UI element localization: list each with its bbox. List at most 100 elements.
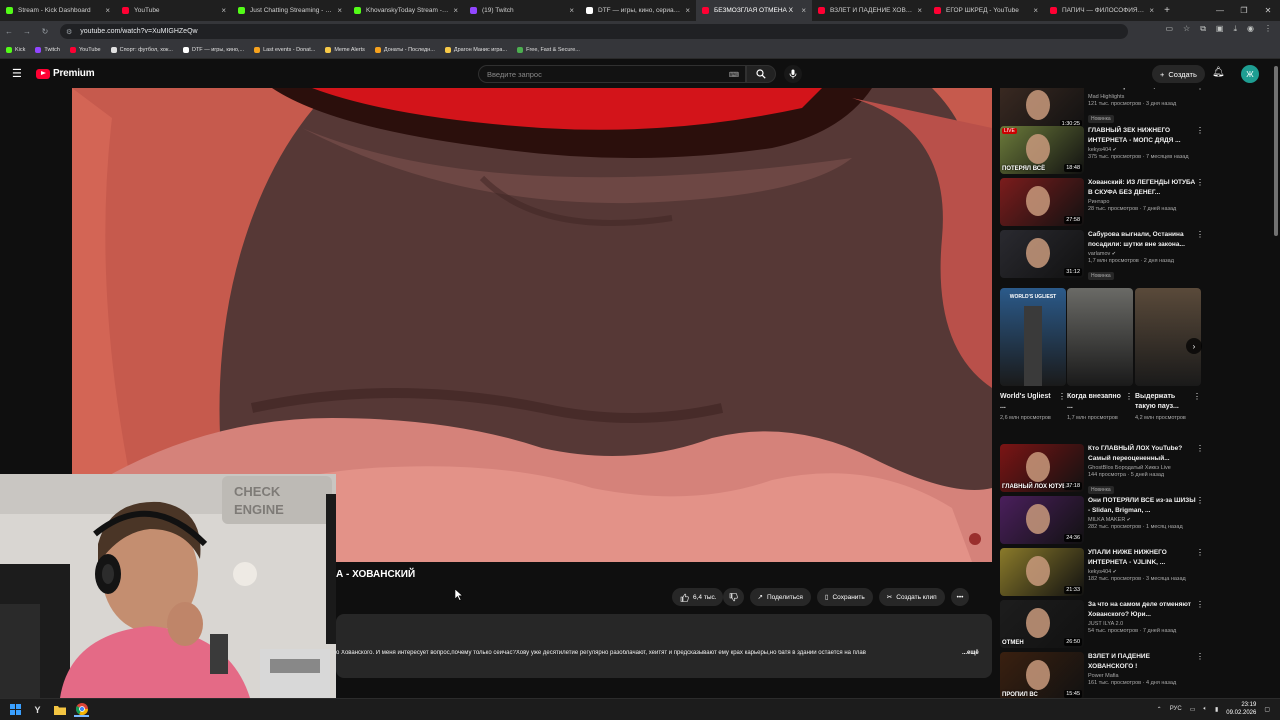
recommendation-thumbnail[interactable]: 24:36 (1000, 496, 1084, 544)
account-avatar[interactable]: Ж (1241, 65, 1259, 83)
recommendation-item[interactable]: ПРОПИЛ ВС 15:45 ВЗЛЕТ И ПАДЕНИЕ ХОВАНСКОГО… (1000, 652, 1204, 698)
new-tab-button[interactable]: + (1160, 0, 1174, 21)
recommendation-title[interactable]: ГЛАВНЫЙ ЗЕК НИЖНЕГО ИНТЕРНЕТА - МОПС ДЯД… (1088, 126, 1196, 145)
voice-search-button[interactable] (784, 65, 802, 83)
tab-close-icon[interactable]: × (105, 6, 110, 15)
menu-dots-icon[interactable]: ⋮ (1264, 24, 1272, 34)
language-indicator[interactable]: РУС (1170, 706, 1182, 712)
browser-tab[interactable]: YouTube × (116, 0, 232, 21)
recommendation-title[interactable]: Снимают проклятие, Алина ... (1088, 88, 1196, 92)
battery-icon[interactable]: ▮ (1215, 706, 1218, 713)
short-menu-icon[interactable]: ⋮ (1193, 392, 1201, 401)
page-scrollbar[interactable] (1272, 60, 1280, 698)
tab-close-icon[interactable]: × (569, 6, 574, 15)
save-button[interactable]: ▯ Сохранить (816, 588, 873, 606)
recommendation-thumbnail[interactable]: 1:30:25 (1000, 88, 1084, 130)
recommendation-item[interactable]: 24:36 Они ПОТЕРЯЛИ ВСЕ из-за ШИЗЫ - Slida… (1000, 496, 1204, 544)
recommendation-thumbnail[interactable]: ПОТЕРЯЛ ВСЁ LIVE 18:48 (1000, 126, 1084, 174)
tab-close-icon[interactable]: × (337, 6, 342, 15)
clip-button[interactable]: ✂ Создать клип (878, 588, 945, 606)
browser-tab[interactable]: ВЗЛЕТ И ПАДЕНИЕ ХОВАНСК × (812, 0, 928, 21)
recommendation-menu-icon[interactable]: ⋮ (1196, 652, 1204, 661)
recommendation-thumbnail[interactable]: 27:58 (1000, 178, 1084, 226)
browser-tab[interactable]: БЕЗМОЗГЛАЯ ОТМЕНА Х × (696, 0, 812, 21)
bookmark-item[interactable]: Last events - Donat... (254, 47, 315, 53)
recommendation-item[interactable]: 31:12 Сабурова выгнали, Останина посадили… (1000, 230, 1204, 280)
recommendation-title[interactable]: Они ПОТЕРЯЛИ ВСЕ из-за ШИЗЫ - Slidan, Br… (1088, 496, 1196, 515)
bookmark-item[interactable]: YouTube (69, 47, 101, 53)
bookmark-item[interactable]: DTF — игры, кино,... (182, 47, 244, 53)
tab-close-icon[interactable]: × (221, 6, 226, 15)
recommendation-item[interactable]: 21:33 УПАЛИ НИЖЕ НИЖНЕГО ИНТЕРНЕТА - VJLI… (1000, 548, 1204, 596)
start-icon[interactable] (8, 702, 23, 717)
recommendation-thumbnail[interactable]: 31:12 (1000, 230, 1084, 278)
bookmark-item[interactable]: Twitch (35, 47, 60, 53)
recommendation-title[interactable]: УПАЛИ НИЖЕ НИЖНЕГО ИНТЕРНЕТА - VJLINK, .… (1088, 548, 1196, 567)
recommendation-menu-icon[interactable]: ⋮ (1196, 126, 1204, 135)
recommendation-menu-icon[interactable]: ⋮ (1196, 88, 1204, 91)
sidebar-icon[interactable]: ▣ (1216, 24, 1224, 34)
network-icon[interactable]: ▭ (1190, 706, 1196, 713)
menu-icon[interactable]: ☰ (12, 68, 24, 80)
browser-tab[interactable]: DTF — игры, кино, сериалы × (580, 0, 696, 21)
tray-expand-icon[interactable]: ⌃ (1157, 706, 1162, 713)
tab-close-icon[interactable]: × (453, 6, 458, 15)
dislike-button[interactable] (722, 588, 744, 606)
recommendation-channel[interactable]: kekys404 ✔ (1088, 569, 1196, 575)
recommendation-channel[interactable]: MILKA MAKER ✔ (1088, 517, 1196, 523)
share-button[interactable]: ↗ Поделиться (749, 588, 811, 606)
create-button[interactable]: + Создать (1152, 65, 1205, 83)
recommendation-thumbnail[interactable]: ПРОПИЛ ВС 15:45 (1000, 652, 1084, 698)
search-button[interactable] (746, 65, 776, 83)
back-icon[interactable]: ← (0, 21, 18, 42)
recommendation-channel[interactable]: Ринтаро (1088, 199, 1196, 205)
bookmark-star-icon[interactable]: ☆ (1183, 24, 1190, 34)
recommendation-menu-icon[interactable]: ⋮ (1196, 600, 1204, 609)
bookmark-item[interactable]: Meme Alerts (325, 47, 365, 53)
bookmark-item[interactable]: Kick (6, 47, 25, 53)
short-title[interactable]: World's Ugliest ... (1000, 392, 1058, 412)
browser-tab[interactable]: Just Chatting Streaming - Liv × (232, 0, 348, 21)
notifications-bell-icon[interactable]: 🔔︎ (1212, 67, 1225, 78)
browser-tab[interactable]: KhovanskyToday Stream - Wa × (348, 0, 464, 21)
recommendation-thumbnail[interactable]: ОТМЕН 26:50 (1000, 600, 1084, 648)
short-thumbnail[interactable] (1135, 288, 1201, 386)
notifications-icon[interactable]: ▢ (1264, 706, 1270, 713)
tab-close-icon[interactable]: × (1149, 6, 1154, 15)
chrome-icon[interactable] (74, 702, 89, 717)
url-field[interactable]: ⚙ youtube.com/watch?v=XuMIGHZeQw (60, 24, 1128, 39)
browser-tab[interactable]: ПАПИЧ — ФИЛОСОФИЯ СВ × (1044, 0, 1160, 21)
recommendation-item[interactable]: 1:30:25Снимают проклятие, Алина ...Mad H… (1000, 88, 1204, 130)
clock[interactable]: 23:19 09.02.2026 (1226, 701, 1256, 717)
recommendation-thumbnail[interactable]: ГЛАВНЫЙ ЛОХ ЮТУБА 37:18 (1000, 444, 1084, 492)
recommendation-menu-icon[interactable]: ⋮ (1196, 444, 1204, 453)
maximize-icon[interactable]: ❐ (1232, 0, 1256, 21)
minimize-icon[interactable]: — (1208, 0, 1232, 21)
keyboard-icon[interactable]: ⌨ (729, 71, 739, 79)
recommendation-channel[interactable]: varlamov ✔ (1088, 251, 1196, 257)
short-thumbnail[interactable]: WORLD'S UGLIEST (1000, 288, 1066, 386)
recommendation-menu-icon[interactable]: ⋮ (1196, 496, 1204, 505)
recommendation-channel[interactable]: kekys404 ✔ (1088, 147, 1196, 153)
short-menu-icon[interactable]: ⋮ (1125, 392, 1133, 401)
reload-icon[interactable]: ↻ (36, 21, 54, 42)
forward-icon[interactable]: → (18, 21, 36, 42)
recommendation-menu-icon[interactable]: ⋮ (1196, 230, 1204, 239)
recommendation-title[interactable]: ВЗЛЕТ И ПАДЕНИЕ ХОВАНСКОГО ! (1088, 652, 1196, 671)
short-title[interactable]: Когда внезапно ... (1067, 392, 1125, 412)
short-menu-icon[interactable]: ⋮ (1058, 392, 1066, 401)
cast-icon[interactable]: ▭ (1165, 24, 1173, 34)
recommendation-item[interactable]: ПОТЕРЯЛ ВСЁ LIVE 18:48 ГЛАВНЫЙ ЗЕК НИЖНЕГО … (1000, 126, 1204, 174)
tab-close-icon[interactable]: × (917, 6, 922, 15)
recommendation-channel[interactable]: Power Mafia (1088, 673, 1196, 679)
recommendation-thumbnail[interactable]: 21:33 (1000, 548, 1084, 596)
close-window-icon[interactable]: ✕ (1256, 0, 1280, 21)
extensions-icon[interactable]: ⧉ (1200, 24, 1206, 34)
yandex-browser-icon[interactable]: Y (30, 702, 45, 717)
bookmark-item[interactable]: Драгон Манис игра... (444, 47, 507, 53)
scrollbar-thumb[interactable] (1274, 66, 1278, 236)
recommendation-channel[interactable]: JUST ILYA 2.0 (1088, 621, 1196, 627)
tab-close-icon[interactable]: × (685, 6, 690, 15)
recommendation-item[interactable]: ОТМЕН 26:50 За что на самом деле отменяют … (1000, 600, 1204, 648)
recommendation-title[interactable]: Кто ГЛАВНЫЙ ЛОХ YouTube? Самый переоцене… (1088, 444, 1196, 463)
